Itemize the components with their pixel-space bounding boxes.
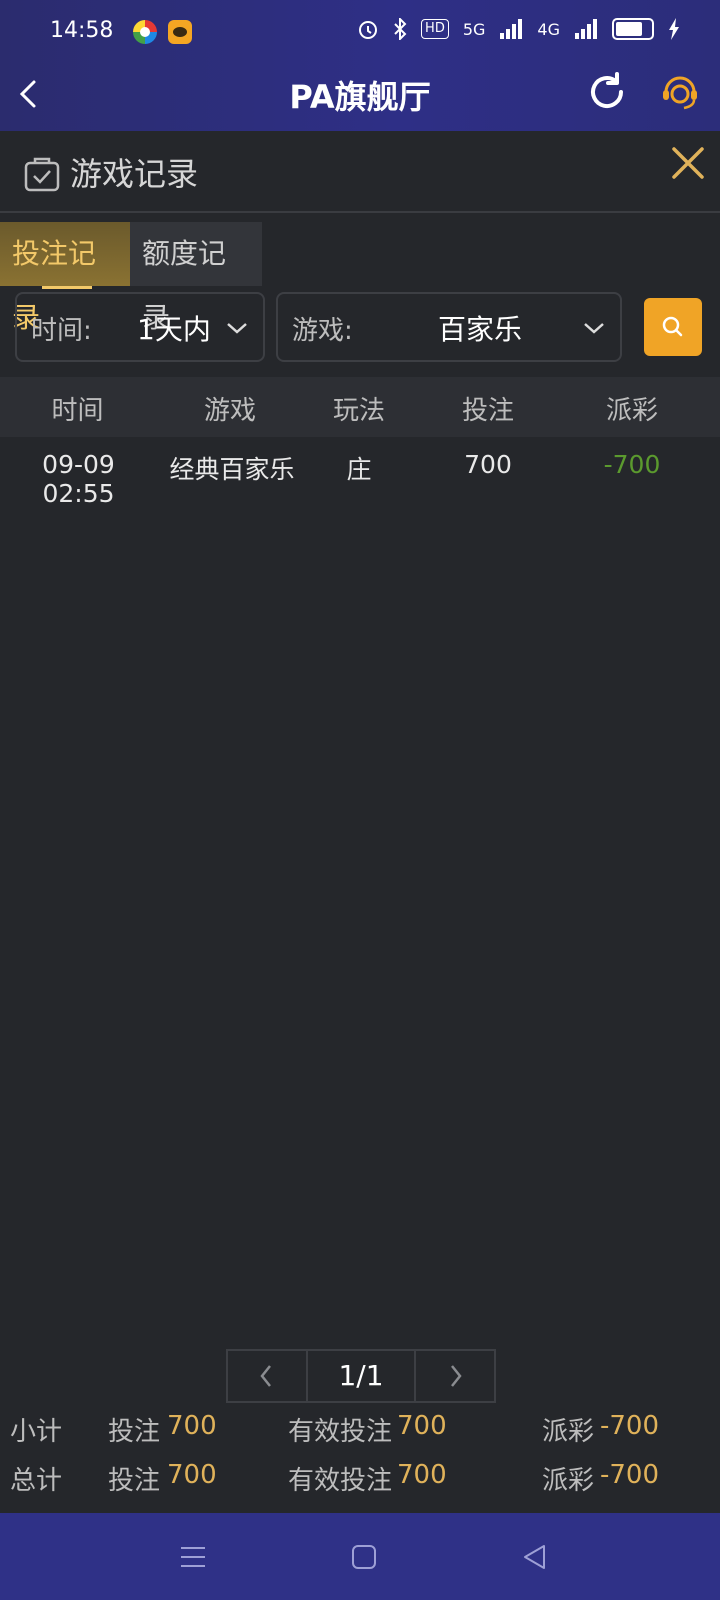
system-nav-bar bbox=[0, 1513, 720, 1600]
subtotal-label: 小计 bbox=[10, 1417, 63, 1447]
cell-time: 09-09 02:55 bbox=[42, 450, 115, 508]
subtotal-payout-value: -700 bbox=[600, 1411, 660, 1441]
panel-header: 游戏记录 bbox=[0, 131, 720, 213]
total-bet-value: 700 bbox=[167, 1460, 217, 1490]
chevron-right-icon bbox=[451, 1365, 462, 1387]
battery-icon bbox=[612, 18, 654, 40]
tab-credit-records[interactable]: 额度记录 bbox=[130, 222, 262, 334]
tab-bet-records[interactable]: 投注记录 bbox=[0, 222, 130, 334]
game-filter-select[interactable]: 游戏: 百家乐 bbox=[276, 292, 622, 362]
search-icon bbox=[662, 316, 683, 337]
cell-payout: -700 bbox=[603, 450, 661, 479]
close-icon[interactable] bbox=[668, 143, 708, 183]
network-4g: 4G bbox=[537, 19, 560, 39]
prev-page-button[interactable] bbox=[228, 1351, 306, 1401]
total-row: 总计 投注 700 有效投注 700 派彩 -700 bbox=[0, 1460, 720, 1500]
col-time: 时间 bbox=[51, 396, 104, 426]
record-tabs: 投注记录 额度记录 bbox=[0, 222, 262, 334]
total-valid-value: 700 bbox=[397, 1460, 447, 1490]
charging-icon bbox=[669, 18, 679, 40]
chevron-down-icon bbox=[227, 323, 247, 334]
total-valid-label: 有效投注 bbox=[288, 1466, 393, 1496]
time-filter-label: 时间: bbox=[31, 316, 92, 346]
cell-bet: 700 bbox=[464, 450, 512, 479]
total-payout-label: 派彩 bbox=[542, 1466, 595, 1496]
cell-game: 经典百家乐 bbox=[169, 455, 295, 484]
subtotal-payout-label: 派彩 bbox=[542, 1417, 595, 1447]
total-bet-label: 投注 bbox=[108, 1466, 161, 1496]
table-header: 时间 游戏 玩法 投注 派彩 bbox=[0, 377, 720, 437]
next-page-button[interactable] bbox=[416, 1351, 494, 1401]
search-button[interactable] bbox=[644, 298, 702, 356]
network-5g: 5G bbox=[462, 19, 486, 39]
app-notification-icon bbox=[133, 20, 157, 44]
home-icon[interactable] bbox=[349, 1543, 379, 1571]
time-filter-value: 1天内 bbox=[137, 313, 211, 346]
total-label: 总计 bbox=[10, 1466, 63, 1496]
panel-title: 游戏记录 bbox=[70, 155, 199, 193]
col-bet: 投注 bbox=[461, 396, 514, 426]
page-indicator: 1/1 bbox=[306, 1351, 416, 1401]
col-game: 游戏 bbox=[203, 396, 256, 426]
bluetooth-icon bbox=[394, 18, 407, 40]
app-notification-icon-2 bbox=[168, 20, 192, 44]
cell-play: 庄 bbox=[346, 455, 372, 484]
subtotal-valid-label: 有效投注 bbox=[288, 1417, 393, 1447]
subtotal-valid-value: 700 bbox=[397, 1411, 447, 1441]
chevron-down-icon bbox=[584, 323, 604, 334]
col-payout: 派彩 bbox=[605, 396, 658, 426]
hd-badge: HD bbox=[421, 19, 449, 39]
game-filter-value: 百家乐 bbox=[438, 313, 523, 346]
status-time: 14:58 bbox=[50, 18, 114, 43]
subtotal-bet-label: 投注 bbox=[108, 1417, 161, 1447]
time-filter-select[interactable]: 时间: 1天内 bbox=[15, 292, 265, 362]
game-filter-label: 游戏: bbox=[292, 316, 353, 346]
table-row: 09-09 02:55 经典百家乐 庄 700 -700 bbox=[0, 440, 720, 508]
menu-icon[interactable] bbox=[178, 1543, 208, 1571]
signal-icon-2 bbox=[575, 19, 597, 39]
subtotal-row: 小计 投注 700 有效投注 700 派彩 -700 bbox=[0, 1411, 720, 1451]
subtotal-bet-value: 700 bbox=[167, 1411, 217, 1441]
col-play: 玩法 bbox=[332, 396, 385, 426]
top-bar: 14:58 HD 5G 4G PA旗舰厅 bbox=[0, 0, 720, 131]
refresh-icon[interactable] bbox=[585, 70, 629, 114]
pagination: 1/1 bbox=[226, 1349, 496, 1403]
alarm-icon bbox=[359, 21, 378, 39]
status-indicators: HD 5G 4G bbox=[357, 18, 680, 40]
total-payout-value: -700 bbox=[600, 1460, 660, 1490]
customer-service-icon[interactable] bbox=[658, 70, 702, 114]
record-bag-icon bbox=[24, 157, 60, 192]
back-nav-icon[interactable] bbox=[520, 1543, 550, 1571]
chevron-left-icon bbox=[260, 1365, 271, 1387]
signal-icon bbox=[500, 19, 523, 39]
